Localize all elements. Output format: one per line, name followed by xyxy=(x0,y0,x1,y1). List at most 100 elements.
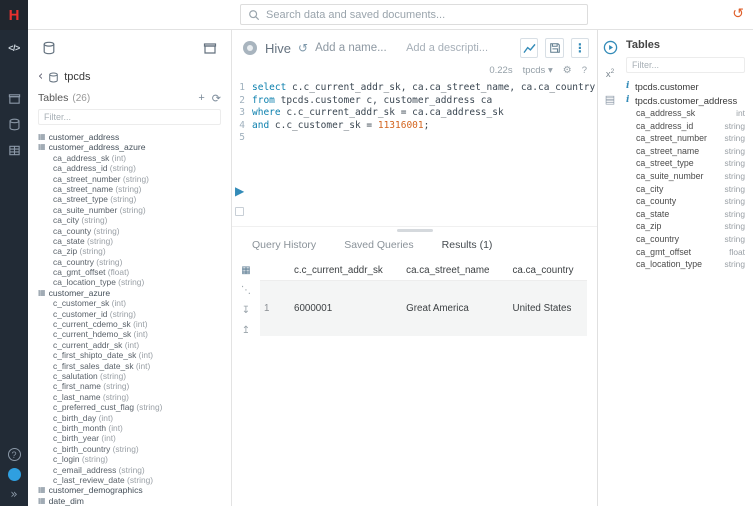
download-icon[interactable]: ↧ xyxy=(242,306,250,316)
column-item[interactable]: c_first_name (string) xyxy=(38,381,231,391)
refresh-tables-icon[interactable]: ⟳ xyxy=(212,93,221,104)
column-header[interactable]: c.c_current_addr_sk xyxy=(286,261,399,281)
code-text[interactable]: and c.c_customer_sk = 11316001; xyxy=(252,120,429,133)
result-row[interactable]: 1 6000001 Great America United States xyxy=(260,280,587,336)
right-column-item[interactable]: ca_suite_number string xyxy=(626,170,745,183)
right-column-item[interactable]: ca_zip string xyxy=(626,220,745,233)
column-item[interactable]: ca_street_number (string) xyxy=(38,174,231,184)
databases-source-icon[interactable] xyxy=(42,41,56,55)
code-text[interactable]: from tpcds.customer c, customer_address … xyxy=(252,95,492,108)
column-item[interactable]: c_last_review_date (string) xyxy=(38,475,231,485)
table-item[interactable]: ▦ date_dim xyxy=(38,496,231,506)
column-item[interactable]: c_preferred_cust_flag (string) xyxy=(38,402,231,412)
column-item[interactable]: ca_suite_number (string) xyxy=(38,205,231,215)
column-item[interactable]: c_first_shipto_date_sk (int) xyxy=(38,350,231,360)
tab-query-history[interactable]: Query History xyxy=(252,239,316,251)
column-item[interactable]: c_login (string) xyxy=(38,454,231,464)
expand-rail-icon[interactable]: » xyxy=(10,488,17,500)
table-item[interactable]: ▦ customer_azure xyxy=(38,288,231,298)
column-item[interactable]: c_birth_month (int) xyxy=(38,423,231,433)
column-item[interactable]: ca_gmt_offset (float) xyxy=(38,267,231,277)
export-icon[interactable]: ↥ xyxy=(242,326,250,336)
column-item[interactable]: c_last_name (string) xyxy=(38,392,231,402)
right-column-item[interactable]: ca_street_type string xyxy=(626,157,745,170)
table-item[interactable]: ▦ customer_address_azure xyxy=(38,142,231,152)
query-description-input[interactable] xyxy=(406,42,507,54)
right-table-item[interactable]: i tpcds.customer_address xyxy=(626,94,745,108)
global-search[interactable] xyxy=(240,4,588,25)
code-lines[interactable]: 1 select c.c_current_addr_sk, ca.ca_stree… xyxy=(232,82,597,145)
save-button[interactable] xyxy=(545,38,564,58)
more-button[interactable]: ⋮ xyxy=(570,38,590,58)
left-filter-input[interactable] xyxy=(38,109,221,125)
column-item[interactable]: ca_country (string) xyxy=(38,257,231,267)
undo-icon[interactable]: ↺ xyxy=(298,41,308,55)
query-name-input[interactable] xyxy=(315,42,400,54)
column-item[interactable]: ca_county (string) xyxy=(38,226,231,236)
right-column-item[interactable]: ca_street_name string xyxy=(626,145,745,158)
language-reference-icon[interactable]: ▤ xyxy=(605,93,615,106)
assistant-icon[interactable] xyxy=(603,40,618,55)
column-item[interactable]: ca_street_type (string) xyxy=(38,194,231,204)
expand-results-icon[interactable]: ⋱ xyxy=(241,286,251,296)
right-column-item[interactable]: ca_state string xyxy=(626,208,745,221)
add-table-icon[interactable]: + xyxy=(198,92,204,104)
column-item[interactable]: ca_state (string) xyxy=(38,236,231,246)
settings-gear-icon[interactable]: ⚙ xyxy=(563,65,572,76)
column-item[interactable]: ca_address_id (string) xyxy=(38,163,231,173)
databases-icon[interactable] xyxy=(8,118,21,131)
snippet-menu-icon[interactable] xyxy=(235,207,245,216)
tab-saved-queries[interactable]: Saved Queries xyxy=(344,239,413,251)
table-item[interactable]: ▦ customer_demographics xyxy=(38,485,231,495)
search-input[interactable] xyxy=(266,8,580,21)
right-column-item[interactable]: ca_street_number string xyxy=(626,132,745,145)
notification-dot-icon[interactable] xyxy=(7,468,21,481)
code-text[interactable]: select c.c_current_addr_sk, ca.ca_street… xyxy=(252,82,595,95)
snippet-help-icon[interactable]: ? xyxy=(582,65,587,76)
back-chevron-icon[interactable]: ‹ xyxy=(38,70,43,83)
database-selector[interactable]: tpcds ▾ xyxy=(523,65,553,76)
column-item[interactable]: c_birth_country (string) xyxy=(38,444,231,454)
right-column-item[interactable]: ca_address_sk int xyxy=(626,107,745,120)
column-item[interactable]: c_current_addr_sk (int) xyxy=(38,340,231,350)
functions-icon[interactable]: x2 xyxy=(606,68,614,80)
chart-button[interactable] xyxy=(520,38,539,58)
tables-rail-icon[interactable] xyxy=(8,144,21,157)
right-column-item[interactable]: ca_address_id string xyxy=(626,120,745,133)
tab-results-1-[interactable]: Results (1) xyxy=(442,239,493,251)
task-history-icon[interactable]: ↺ xyxy=(732,5,744,23)
column-item[interactable]: c_email_address (string) xyxy=(38,465,231,475)
right-table-item[interactable]: i tpcds.customer xyxy=(626,80,745,94)
column-item[interactable]: c_first_sales_date_sk (int) xyxy=(38,361,231,371)
column-item[interactable]: c_customer_id (string) xyxy=(38,309,231,319)
column-item[interactable]: ca_city (string) xyxy=(38,215,231,225)
right-filter-input[interactable] xyxy=(626,57,745,73)
right-column-item[interactable]: ca_county string xyxy=(626,195,745,208)
column-item[interactable]: ca_location_type (string) xyxy=(38,277,231,287)
right-column-item[interactable]: ca_gmt_offset float xyxy=(626,246,745,259)
column-item[interactable]: c_current_cdemo_sk (int) xyxy=(38,319,231,329)
column-item[interactable]: c_customer_sk (int) xyxy=(38,298,231,308)
right-column-item[interactable]: ca_location_type string xyxy=(626,258,745,271)
right-column-item[interactable]: ca_country string xyxy=(626,233,745,246)
column-item[interactable]: ca_address_sk (int) xyxy=(38,153,231,163)
table-item[interactable]: ▦ customer_address xyxy=(38,132,231,142)
documents-icon[interactable] xyxy=(8,92,21,105)
column-item[interactable]: ca_zip (string) xyxy=(38,246,231,256)
column-item[interactable]: c_birth_day (int) xyxy=(38,413,231,423)
column-item[interactable]: c_current_hdemo_sk (int) xyxy=(38,329,231,339)
editor-app-icon[interactable]: </> xyxy=(8,42,20,54)
column-header[interactable]: ca.ca_street_name xyxy=(398,261,505,281)
column-item[interactable]: ca_street_name (string) xyxy=(38,184,231,194)
column-item[interactable]: c_salutation (string) xyxy=(38,371,231,381)
code-text[interactable]: where c.c_current_addr_sk = ca.ca_addres… xyxy=(252,107,504,120)
help-icon[interactable]: ? xyxy=(7,448,21,461)
column-header[interactable]: ca.ca_country xyxy=(504,261,587,281)
execute-button[interactable]: ▶ xyxy=(235,185,244,197)
grid-view-icon[interactable]: ▦ xyxy=(241,265,250,276)
documents-source-icon[interactable] xyxy=(203,41,217,55)
hue-logo[interactable]: H xyxy=(0,0,28,30)
right-column-item[interactable]: ca_city string xyxy=(626,183,745,196)
column-item[interactable]: c_birth_year (int) xyxy=(38,433,231,443)
current-database[interactable]: tpcds xyxy=(64,71,90,83)
